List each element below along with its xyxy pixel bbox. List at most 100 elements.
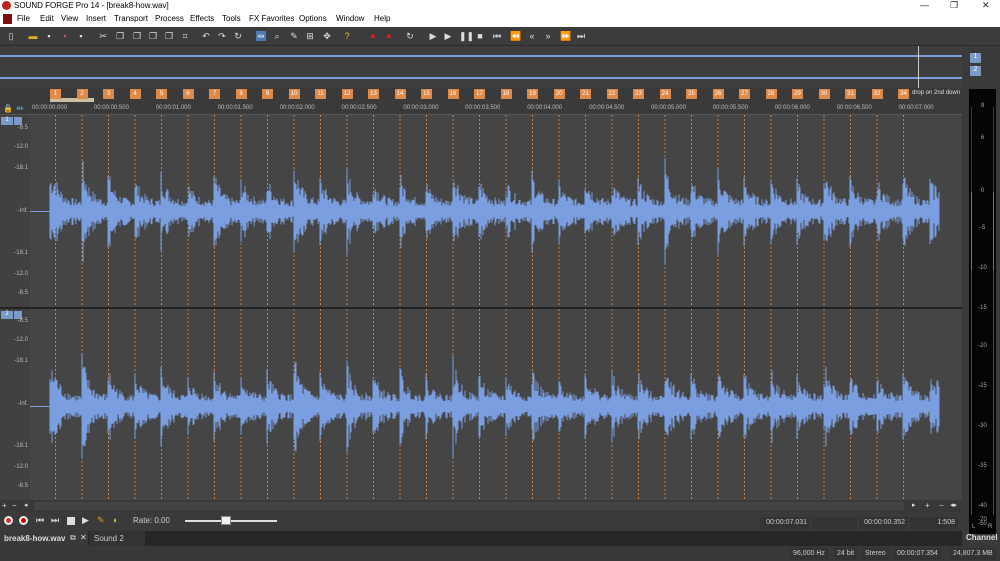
marker-26[interactable]: 26 bbox=[712, 89, 724, 99]
menu-edit[interactable]: Edit bbox=[40, 14, 54, 23]
new-icon[interactable]: ▯ bbox=[6, 31, 16, 41]
marker-28[interactable]: 28 bbox=[765, 89, 777, 99]
repeat-icon[interactable]: ↻ bbox=[233, 31, 243, 41]
save-icon[interactable]: ▪ bbox=[44, 31, 54, 41]
lock-icon[interactable]: 🔒 bbox=[3, 104, 13, 113]
pencil-icon[interactable]: ✎ bbox=[97, 515, 105, 526]
stop-button[interactable] bbox=[67, 517, 75, 525]
undo-icon[interactable]: ↶ bbox=[201, 31, 211, 41]
minimize-button[interactable]: — bbox=[920, 0, 929, 10]
paste-icon[interactable]: ❐ bbox=[132, 31, 142, 41]
overview-bar[interactable] bbox=[0, 46, 962, 88]
pause-icon[interactable]: ❚❚ bbox=[459, 31, 474, 41]
marker-4[interactable]: 4 bbox=[129, 89, 141, 99]
menu-window[interactable]: Window bbox=[336, 14, 364, 23]
level-zoom-in-button[interactable]: + bbox=[925, 501, 930, 510]
close-button[interactable]: ✕ bbox=[982, 0, 990, 11]
zoom-in-button[interactable]: + bbox=[2, 501, 7, 510]
level-zoom-fit-button[interactable]: ◂▸ bbox=[950, 501, 957, 509]
scroll-thumb[interactable] bbox=[34, 502, 904, 510]
horizontal-scrollbar[interactable]: + − ◂ ▸ + − ◂▸ bbox=[0, 500, 962, 512]
marker-10[interactable]: 10 bbox=[288, 89, 300, 99]
marker-15[interactable]: 15 bbox=[421, 89, 432, 99]
loop-icon[interactable]: ↻ bbox=[405, 31, 415, 41]
menu-view[interactable]: View bbox=[61, 14, 78, 23]
meter-channel-2-button[interactable]: 2 bbox=[970, 66, 981, 76]
marker-2[interactable]: 2 bbox=[76, 89, 88, 99]
play-all-icon[interactable]: ▶ bbox=[428, 31, 438, 41]
menu-tools[interactable]: Tools bbox=[222, 14, 241, 23]
magnify-tool-icon[interactable]: ⌕ bbox=[272, 31, 282, 41]
marker-20[interactable]: 20 bbox=[553, 89, 565, 99]
marker-31[interactable]: 31 bbox=[845, 89, 856, 99]
time-ruler[interactable]: 🔒 ⇹ 00:00:00.000 00:00:00.500 00:00:01.000… bbox=[0, 103, 962, 115]
go-end-button[interactable]: ⏭ bbox=[51, 515, 59, 526]
copy-icon[interactable]: ❐ bbox=[115, 31, 125, 41]
record-stop-icon[interactable]: ● bbox=[384, 31, 394, 41]
scroll-left-button[interactable]: ◂ bbox=[24, 501, 28, 509]
scroll-right-button[interactable]: ▸ bbox=[912, 501, 916, 509]
menu-file[interactable]: File bbox=[17, 14, 30, 23]
save-all-icon[interactable]: ▪ bbox=[76, 31, 86, 41]
record-stop-button[interactable] bbox=[19, 516, 28, 525]
record-icon[interactable]: ● bbox=[368, 31, 378, 41]
marker-24[interactable]: 24 bbox=[659, 89, 671, 99]
play-icon[interactable]: ▶ bbox=[443, 31, 453, 41]
marker-29[interactable]: 29 bbox=[792, 89, 803, 99]
menu-help[interactable]: Help bbox=[374, 14, 390, 23]
marker-9[interactable]: 9 bbox=[262, 89, 273, 99]
menu-process[interactable]: Process bbox=[155, 14, 184, 23]
rate-slider[interactable] bbox=[185, 520, 277, 522]
marker-5[interactable]: 5 bbox=[156, 89, 167, 99]
marker-27[interactable]: 27 bbox=[739, 89, 750, 99]
snap-icon[interactable]: ⇹ bbox=[16, 103, 24, 114]
meter-channel-1-button[interactable]: 1 bbox=[970, 53, 981, 63]
pencil-tool-icon[interactable]: ✎ bbox=[289, 31, 299, 41]
marker-30[interactable]: 30 bbox=[818, 89, 830, 99]
help-icon[interactable]: ? bbox=[342, 31, 352, 41]
cut-icon[interactable]: ✂ bbox=[98, 31, 108, 41]
go-end-icon[interactable]: ⏭ bbox=[576, 31, 586, 41]
envelope-tool-icon[interactable]: ⊞ bbox=[305, 31, 315, 41]
crop-icon[interactable]: ⌗ bbox=[180, 31, 190, 41]
marker-12[interactable]: 12 bbox=[341, 89, 353, 99]
zoom-out-button[interactable]: − bbox=[12, 501, 17, 510]
marker-18[interactable]: 18 bbox=[500, 89, 512, 99]
restore-icon[interactable]: ⧉ bbox=[70, 533, 76, 543]
marker-17[interactable]: 17 bbox=[474, 89, 485, 99]
redo-icon[interactable]: ↷ bbox=[217, 31, 227, 41]
waveform-area[interactable] bbox=[30, 115, 962, 308]
forward-fast-icon[interactable]: ⏩ bbox=[560, 31, 571, 41]
marker-16[interactable]: 16 bbox=[447, 89, 459, 99]
level-zoom-out-button[interactable]: − bbox=[939, 501, 944, 510]
record-button[interactable] bbox=[4, 516, 13, 525]
marker-34[interactable]: 34 bbox=[898, 89, 909, 99]
edit-tool-icon[interactable]: ⇹ bbox=[256, 31, 266, 41]
marker-13[interactable]: 13 bbox=[368, 89, 379, 99]
menu-transport[interactable]: Transport bbox=[114, 14, 148, 23]
channel-2[interactable]: 2 -8.5 -12.0 -18.1 -Inf. -18.1 -12.0 -8.5 bbox=[0, 309, 962, 500]
stop-icon[interactable]: ■ bbox=[475, 31, 485, 41]
forward-icon[interactable]: » bbox=[543, 31, 553, 41]
scrub-icon[interactable]: ◐ bbox=[113, 515, 118, 525]
waveform-area[interactable] bbox=[30, 309, 962, 500]
paste-crossfade-icon[interactable]: ❐ bbox=[164, 31, 174, 41]
marker-14[interactable]: 14 bbox=[394, 89, 406, 99]
marker-32[interactable]: 32 bbox=[871, 89, 883, 99]
menu-fx-favorites[interactable]: FX Favorites bbox=[249, 14, 294, 23]
rewind-fast-icon[interactable]: « bbox=[527, 31, 537, 41]
paste-mix-icon[interactable]: ❐ bbox=[148, 31, 158, 41]
marker-7[interactable]: 7 bbox=[209, 89, 220, 99]
close-tab-icon[interactable]: ✕ bbox=[80, 533, 87, 542]
marker-19[interactable]: 19 bbox=[527, 89, 538, 99]
marker-6[interactable]: 6 bbox=[182, 89, 194, 99]
menu-insert[interactable]: Insert bbox=[86, 14, 106, 23]
play-button[interactable]: ▶ bbox=[82, 515, 89, 526]
go-start-icon[interactable]: ⏮ bbox=[492, 31, 502, 41]
menu-options[interactable]: Options bbox=[299, 14, 327, 23]
marker-3[interactable]: 3 bbox=[103, 89, 114, 99]
save-as-icon[interactable]: ▪ bbox=[60, 31, 70, 41]
go-start-button[interactable]: ⏮ bbox=[36, 515, 44, 526]
marker-1[interactable]: 1 bbox=[50, 89, 61, 99]
marker-25[interactable]: 25 bbox=[686, 89, 697, 99]
